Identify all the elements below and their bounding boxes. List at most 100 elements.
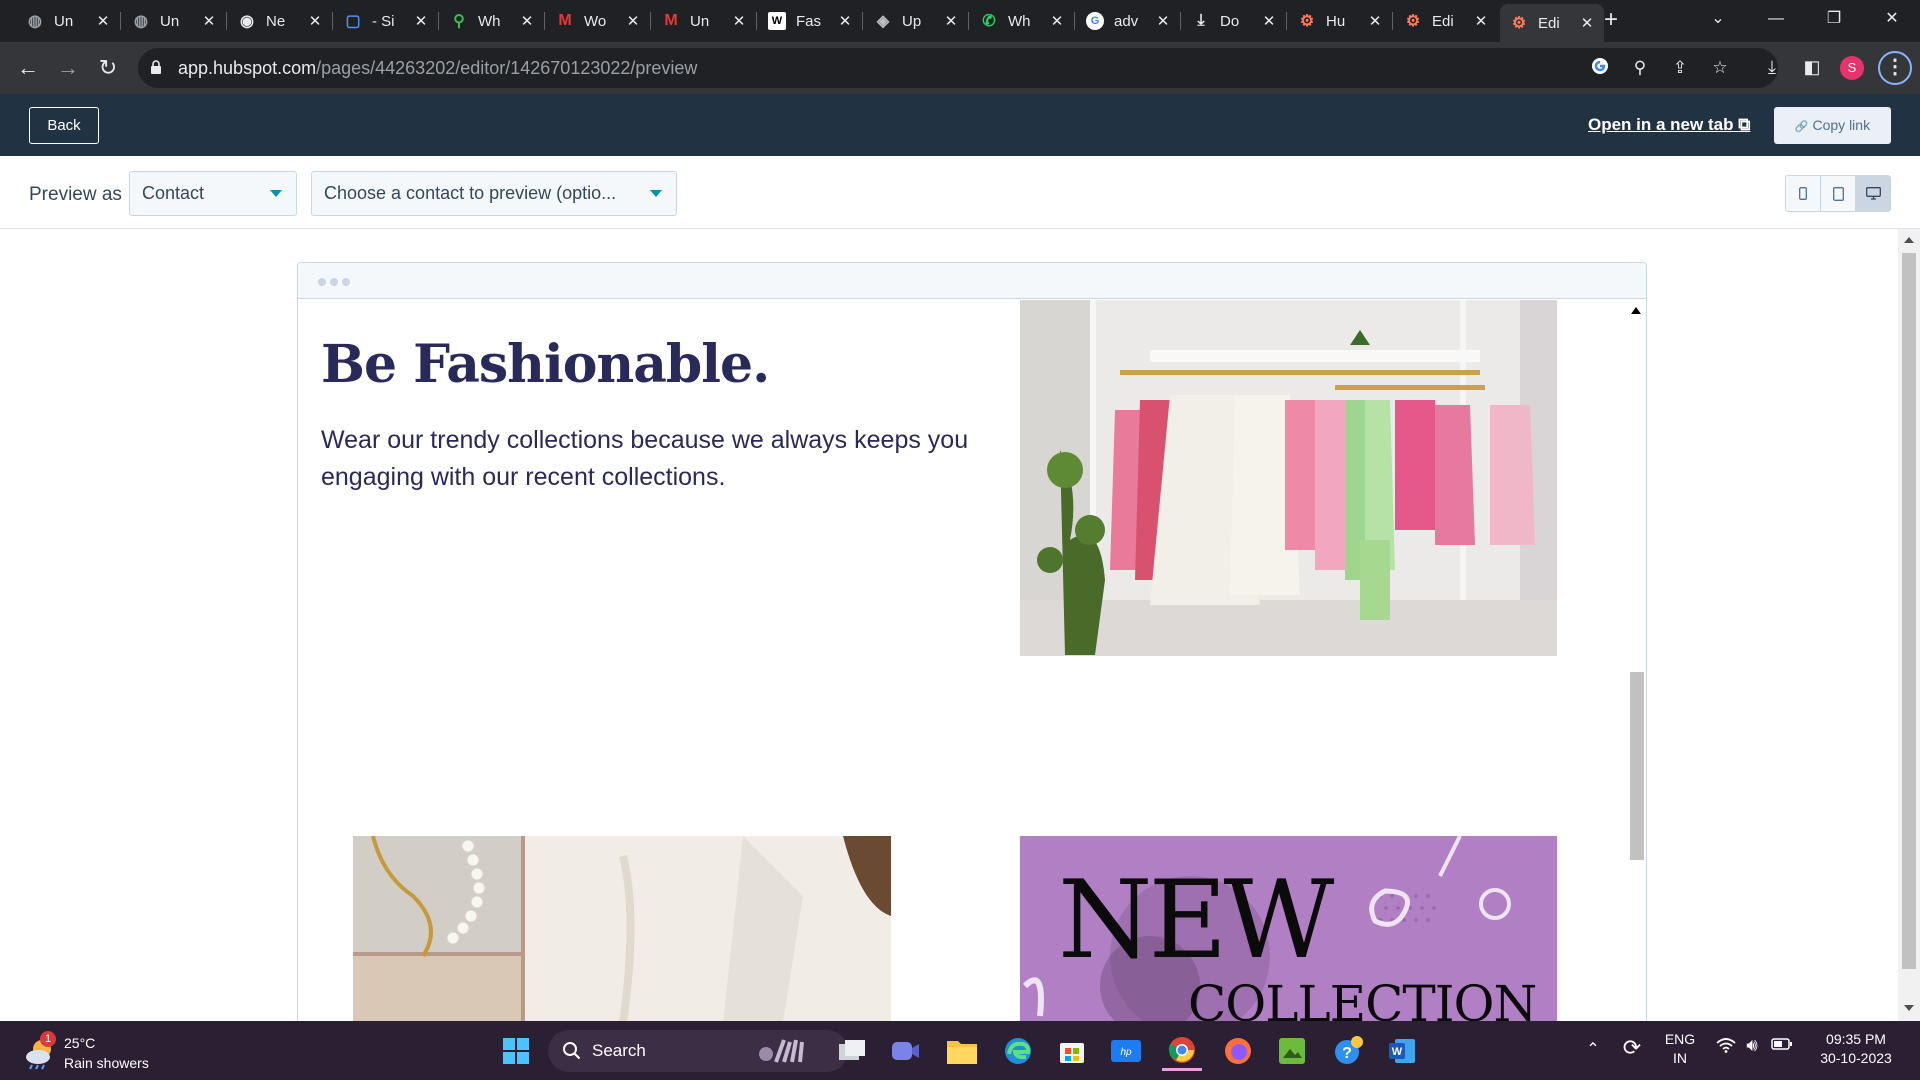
new-tab-button[interactable]: +: [1598, 8, 1624, 34]
svg-text:hp: hp: [1120, 1047, 1132, 1058]
close-tab-icon[interactable]: ✕: [838, 12, 852, 30]
file-explorer-icon[interactable]: [942, 1031, 982, 1071]
language-bottom: IN: [1673, 1050, 1687, 1066]
scroll-up-icon[interactable]: [1904, 237, 1914, 243]
bookmark-star-icon[interactable]: ☆: [1708, 56, 1732, 80]
close-tab-icon[interactable]: ✕: [1368, 12, 1382, 30]
tab-title: Do: [1220, 12, 1240, 30]
tablet-view-button[interactable]: [1821, 176, 1856, 211]
scroll-down-icon[interactable]: [1904, 1005, 1914, 1011]
firefox-icon[interactable]: [1218, 1031, 1258, 1071]
minimize-icon[interactable]: —: [1748, 0, 1804, 38]
close-tab-icon[interactable]: ✕: [308, 12, 322, 30]
tablet-icon: [1832, 186, 1844, 201]
close-tab-icon[interactable]: ✕: [1050, 12, 1064, 30]
language-indicator[interactable]: ENG IN: [1660, 1031, 1700, 1066]
url-text[interactable]: app.hubspot.com/pages/44263202/editor/14…: [178, 58, 697, 79]
start-button[interactable]: [496, 1031, 536, 1071]
chevron-down-icon: [650, 190, 662, 197]
close-tab-icon[interactable]: ✕: [414, 12, 428, 30]
close-tab-icon[interactable]: ✕: [520, 12, 534, 30]
close-tab-icon[interactable]: ✕: [96, 12, 110, 30]
browser-tab[interactable]: ⚙ Edi ✕: [1394, 6, 1498, 36]
back-button[interactable]: Back: [29, 107, 99, 144]
battery-icon[interactable]: [1770, 1037, 1794, 1054]
forward-arrow-icon[interactable]: →: [52, 52, 84, 84]
close-tab-icon[interactable]: ✕: [1262, 12, 1276, 30]
reload-icon[interactable]: ↻: [92, 52, 124, 84]
myhp-icon[interactable]: hp: [1106, 1031, 1146, 1071]
windows-taskbar: 1 25°C Rain showers Search hp ? W ⌃ ⟳ EN…: [0, 1021, 1920, 1080]
restore-icon[interactable]: ❐: [1806, 0, 1862, 38]
browser-tab[interactable]: M Un ✕: [652, 6, 756, 36]
browser-tab[interactable]: ⤓ Do ✕: [1182, 6, 1286, 36]
google-lens-icon[interactable]: [1588, 56, 1612, 80]
ms-store-icon[interactable]: [1052, 1031, 1092, 1071]
copy-link-label: Copy link: [1812, 117, 1871, 133]
close-tab-icon[interactable]: ✕: [1156, 12, 1170, 30]
browser-tab[interactable]: W Fas ✕: [758, 6, 862, 36]
photo-app-icon[interactable]: [1272, 1031, 1312, 1071]
wifi-icon[interactable]: [1714, 1037, 1738, 1058]
address-bar[interactable]: app.hubspot.com/pages/44263202/editor/14…: [138, 48, 1778, 88]
profile-avatar[interactable]: S: [1840, 56, 1864, 80]
open-in-new-tab-link[interactable]: Open in a new tab ⧉: [1588, 115, 1750, 135]
volume-icon[interactable]: 🔊︎: [1740, 1035, 1764, 1056]
preview-scrollbar[interactable]: [1626, 300, 1646, 1022]
meet-icon[interactable]: [886, 1031, 926, 1071]
downloads-icon[interactable]: ⤓: [1757, 52, 1787, 82]
browser-tab[interactable]: ▢ - Si ✕: [334, 6, 438, 36]
close-tab-icon[interactable]: ✕: [1474, 12, 1488, 30]
back-arrow-icon[interactable]: ←: [12, 52, 44, 84]
contact-select-dropdown[interactable]: Choose a contact to preview (optio...: [311, 171, 677, 216]
close-tab-icon[interactable]: ✕: [626, 12, 640, 30]
help-icon[interactable]: ?: [1328, 1031, 1368, 1071]
share-icon[interactable]: ⇪: [1668, 56, 1692, 80]
copy-link-button[interactable]: 🔗 Copy link: [1774, 107, 1891, 144]
browser-tab[interactable]: ◍ Un ✕: [16, 6, 120, 36]
chevron-down-icon: [270, 190, 282, 197]
sync-icon[interactable]: ⟳: [1618, 1035, 1646, 1061]
browser-tab[interactable]: ⚙ Edi ✕: [1500, 4, 1604, 42]
tab-search-icon[interactable]: ⌄: [1690, 0, 1746, 38]
browser-tab[interactable]: ◈ Up ✕: [864, 6, 968, 36]
browser-tab[interactable]: ⚙ Hu ✕: [1288, 6, 1392, 36]
clock[interactable]: 09:35 PM 30-10-2023: [1806, 1031, 1906, 1066]
browser-tab[interactable]: ⚲ Wh ✕: [440, 6, 544, 36]
browser-tab[interactable]: ◍ Un ✕: [122, 6, 226, 36]
zoom-icon[interactable]: ⚲: [1628, 56, 1652, 80]
language-top: ENG: [1664, 1031, 1696, 1047]
device-toggle: [1785, 175, 1891, 212]
page-scroll-thumb[interactable]: [1902, 253, 1916, 969]
search-icon: [563, 1042, 581, 1060]
browser-tab[interactable]: ◉ Ne ✕: [228, 6, 332, 36]
browser-menu-icon[interactable]: ⋮: [1878, 51, 1912, 85]
taskbar-search[interactable]: Search: [548, 1030, 848, 1072]
chrome-icon[interactable]: [1162, 1031, 1202, 1071]
close-tab-icon[interactable]: ✕: [732, 12, 746, 30]
word-icon[interactable]: W: [1382, 1031, 1422, 1071]
task-view-icon[interactable]: [832, 1031, 872, 1071]
tab-separator: [438, 12, 439, 30]
mobile-view-button[interactable]: [1786, 176, 1821, 211]
scroll-up-icon[interactable]: [1631, 307, 1641, 314]
preview-type-dropdown[interactable]: Contact: [129, 171, 297, 216]
leaf-icon: ⚲: [453, 13, 465, 30]
weather-widget[interactable]: 1 25°C Rain showers: [18, 1025, 188, 1077]
browser-tab[interactable]: ✆ Wh ✕: [970, 6, 1074, 36]
close-tab-icon[interactable]: ✕: [944, 12, 958, 30]
page-scrollbar[interactable]: [1898, 229, 1920, 1021]
chevron-up-icon[interactable]: ⌃: [1580, 1039, 1606, 1059]
tab-separator: [226, 12, 227, 30]
white-shirt-image: [353, 836, 891, 1022]
tab-separator: [1180, 12, 1181, 30]
side-panel-icon[interactable]: ◧: [1797, 52, 1827, 82]
edge-icon[interactable]: [998, 1031, 1038, 1071]
preview-scroll-thumb[interactable]: [1630, 672, 1644, 860]
close-tab-icon[interactable]: ✕: [1580, 14, 1594, 32]
close-tab-icon[interactable]: ✕: [202, 12, 216, 30]
browser-tab[interactable]: M Wo ✕: [546, 6, 650, 36]
close-window-icon[interactable]: ✕: [1864, 0, 1920, 38]
browser-tab[interactable]: Gadv ✕: [1076, 6, 1180, 36]
desktop-view-button[interactable]: [1856, 176, 1890, 211]
